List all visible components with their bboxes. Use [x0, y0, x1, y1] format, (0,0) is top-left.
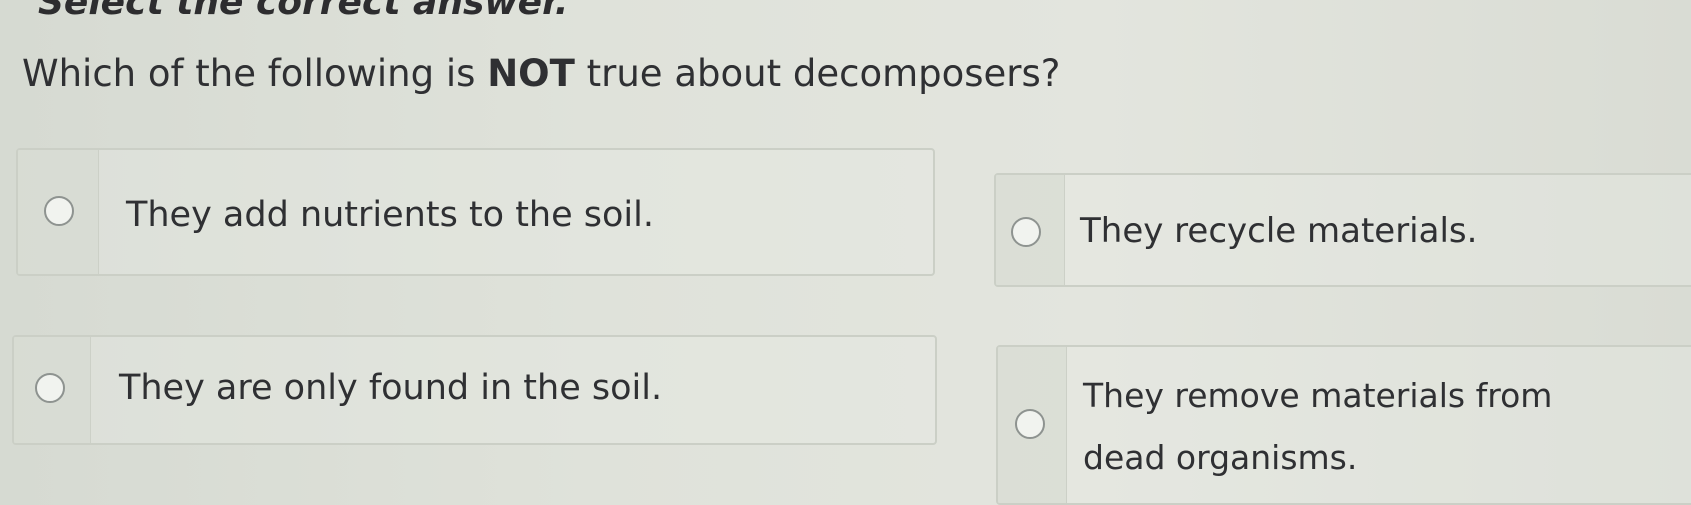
instruction-text: Select the correct answer.: [38, 0, 569, 23]
question-emphasis: NOT: [487, 52, 575, 95]
radio-button-icon[interactable]: [1015, 409, 1045, 439]
radio-button-icon[interactable]: [35, 373, 65, 403]
radio-button-icon[interactable]: [1011, 217, 1041, 247]
question-text: Which of the following is NOT true about…: [22, 52, 1060, 95]
answer-choice-a-label: They add nutrients to the soil.: [126, 195, 654, 235]
answer-choice-d[interactable]: They remove materials from dead organism…: [996, 345, 1691, 505]
answer-choice-b-label: They recycle materials.: [1080, 211, 1478, 251]
answer-choice-c-label: They are only found in the soil.: [119, 368, 663, 408]
radio-button-icon[interactable]: [44, 196, 74, 226]
answer-choice-b[interactable]: They recycle materials.: [994, 173, 1691, 287]
question-text-before: Which of the following is: [22, 52, 488, 95]
answer-choice-a[interactable]: They add nutrients to the soil.: [16, 148, 935, 276]
question-text-after: true about decomposers?: [574, 52, 1061, 95]
answer-choice-d-label: They remove materials from dead organism…: [1083, 376, 1553, 477]
answer-choice-c[interactable]: They are only found in the soil.: [12, 335, 937, 445]
